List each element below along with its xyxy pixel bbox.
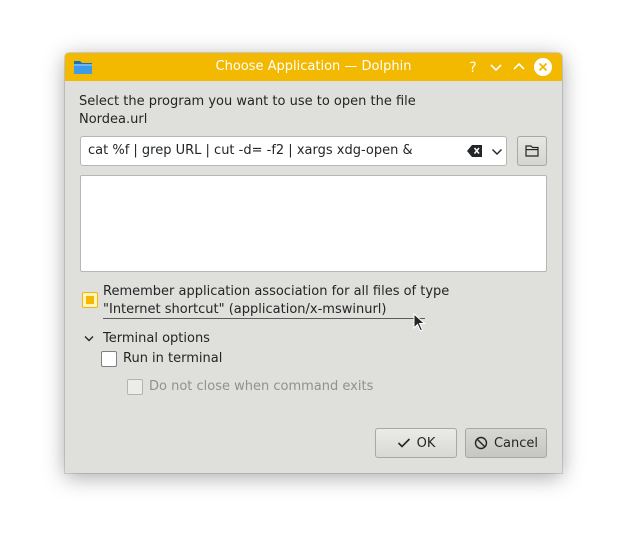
svg-text:?: ? [469, 60, 476, 76]
mouse-cursor-icon [413, 312, 427, 337]
remember-association-checkbox[interactable] [82, 292, 98, 308]
prompt-text: Select the program you want to use to op… [79, 93, 416, 129]
command-combobox[interactable]: cat %f | grep URL | cut -d= -f2 | xargs … [80, 136, 507, 166]
run-in-terminal-checkbox[interactable] [101, 351, 117, 367]
chevron-down-icon [84, 336, 94, 342]
clear-text-icon[interactable] [467, 144, 483, 162]
remember-association-label[interactable]: Remember application association for all… [103, 283, 449, 319]
close-icon[interactable] [533, 57, 553, 77]
open-folder-icon [525, 145, 539, 157]
command-input[interactable]: cat %f | grep URL | cut -d= -f2 | xargs … [88, 137, 413, 165]
prompt-line: Select the program you want to use to op… [79, 94, 416, 109]
ok-button[interactable]: OK [375, 428, 457, 458]
terminal-options-label: Terminal options [103, 331, 210, 346]
maximize-icon[interactable] [509, 57, 529, 77]
cancel-label: Cancel [493, 435, 539, 451]
help-icon[interactable]: ? [463, 57, 483, 77]
chevron-down-icon[interactable] [491, 146, 503, 161]
title-bar[interactable]: Choose Application — Dolphin ? [65, 53, 562, 81]
keep-open-label: Do not close when command exits [149, 379, 374, 394]
run-in-terminal-label[interactable]: Run in terminal [123, 350, 222, 368]
ok-label: OK [416, 435, 436, 451]
dolphin-folder-icon [73, 59, 93, 75]
checkmark-icon [397, 438, 410, 448]
mime-type-line: "Internet shortcut" (application/x-mswin… [103, 302, 387, 317]
focus-underline [103, 318, 425, 319]
minimize-icon[interactable] [486, 57, 506, 77]
cancel-button[interactable]: Cancel [465, 428, 547, 458]
application-list[interactable] [80, 175, 547, 272]
partial-check-indicator [86, 296, 94, 304]
browse-button[interactable] [517, 136, 547, 166]
choose-application-dialog: Choose Application — Dolphin ? Select th… [65, 53, 562, 473]
file-name: Nordea.url [79, 112, 148, 127]
cancel-icon [474, 436, 488, 450]
keep-open-checkbox [127, 379, 143, 395]
remember-line: Remember application association for all… [103, 284, 450, 299]
